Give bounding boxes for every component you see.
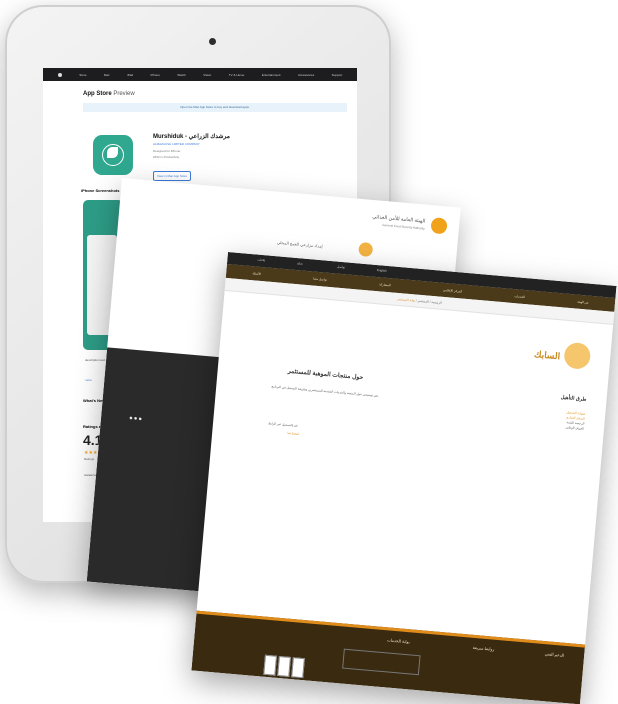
nav-link[interactable]: عن الهيئة xyxy=(577,300,589,305)
nav-link[interactable]: المركز الإعلامي xyxy=(443,288,463,294)
apple-logo-icon[interactable] xyxy=(57,72,62,77)
award-icon xyxy=(277,655,291,677)
social-icons[interactable]: ●●● xyxy=(129,416,143,423)
top-link[interactable]: English xyxy=(377,268,387,273)
app-icon xyxy=(93,135,133,175)
nav-item[interactable]: TV & Home xyxy=(229,73,245,77)
org-logo-icon xyxy=(430,217,448,235)
side-list: شهادة التسجيل السجل التجاري الرخصة البلد… xyxy=(464,401,585,431)
nav-item[interactable]: Entertainment xyxy=(262,73,281,77)
nav-link[interactable]: المشاركة xyxy=(379,282,391,287)
app-title: Murshiduk - مرشدك الزراعي xyxy=(153,134,230,140)
section-body: نص توضيحي حول المنصة والخدمات المقدمة لل… xyxy=(271,384,380,398)
apple-nav: Store Mac iPad iPhone Watch Vision TV & … xyxy=(43,68,357,81)
hero-caption: إمداد مزارعي القمح المحلي xyxy=(276,239,323,249)
top-link[interactable]: بلاغات xyxy=(257,258,265,263)
nav-item[interactable]: iPhone xyxy=(151,73,160,77)
section-line: قم بالتسجيل عبر الرابط xyxy=(268,421,298,428)
footer-badge xyxy=(342,648,421,676)
camera-dot xyxy=(209,38,216,45)
nav-link[interactable]: الأسئلة xyxy=(252,271,261,276)
section-title: حول منتجات الموهبة للمستثمر xyxy=(287,368,364,382)
side-title: طرق التأهيل xyxy=(560,394,587,403)
nav-item[interactable]: Support xyxy=(332,73,343,77)
medal-icon xyxy=(358,241,374,258)
developer-link[interactable]: ALMAZAUSH LIMITED COMPANY xyxy=(153,142,200,146)
nav-item[interactable]: Watch xyxy=(177,73,185,77)
nav-item[interactable]: Vision xyxy=(203,73,211,77)
nav-item[interactable]: Mac xyxy=(104,73,110,77)
brand-logo-icon xyxy=(563,341,592,370)
footer: الدعم الفني روابط سريعة بوابة الخدمات xyxy=(191,610,586,704)
org-name: الهيئة العامة للأمن الغذائي xyxy=(372,213,426,225)
screenshots-heading: iPhone Screenshots xyxy=(81,188,120,193)
award-icon xyxy=(291,657,305,679)
more-link[interactable]: more xyxy=(85,378,92,382)
footer-col: بوابة الخدمات xyxy=(386,637,410,645)
footer-col: روابط سريعة xyxy=(472,644,495,652)
app-description: description text xyxy=(85,358,106,362)
brand-name: السابك xyxy=(533,349,561,362)
ratings-count: Ratings xyxy=(84,457,95,461)
store-title: App Store Preview xyxy=(83,91,135,97)
nav-item[interactable]: iPad xyxy=(127,73,133,77)
category-rank: #152 in Productivity xyxy=(153,155,180,159)
register-link[interactable]: اضغط هنا xyxy=(287,431,299,436)
nav-link[interactable]: الخدمات xyxy=(514,294,525,299)
nav-item[interactable]: Store xyxy=(79,73,86,77)
store-banner: Open the Mac App Store to buy and downlo… xyxy=(83,103,347,112)
view-in-store-button[interactable]: View in Mac App Store xyxy=(153,171,192,181)
award-icon xyxy=(263,654,277,676)
footer-col: الدعم الفني xyxy=(544,651,565,658)
website-page-front: بلاغات نجاح تواصل English الأسئلة تواصل … xyxy=(191,252,617,704)
nav-item[interactable]: Accessories xyxy=(298,73,314,77)
top-link[interactable]: نجاح xyxy=(297,261,303,265)
designed-for: Designed for iPhone xyxy=(153,149,181,153)
top-link[interactable]: تواصل xyxy=(337,265,345,270)
nav-link[interactable]: تواصل معنا xyxy=(313,277,327,282)
